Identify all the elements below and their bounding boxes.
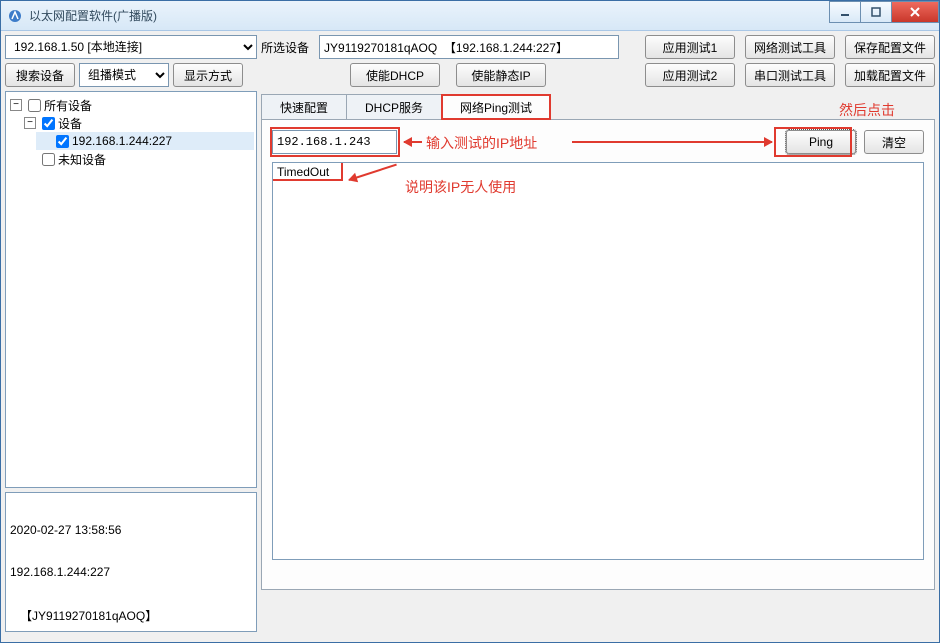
enable-dhcp-button[interactable]: 使能DHCP <box>350 63 440 87</box>
tree-checkbox[interactable] <box>56 135 69 148</box>
mode-select[interactable]: 组播模式 <box>79 63 169 87</box>
log-panel[interactable]: 2020-02-27 13:58:56 192.168.1.244:227 【J… <box>5 492 257 632</box>
save-config-button[interactable]: 保存配置文件 <box>845 35 935 59</box>
collapse-icon[interactable]: − <box>24 117 36 129</box>
selected-device-row: 所选设备 应用测试1 网络测试工具 保存配置文件 <box>261 35 935 59</box>
ping-output[interactable]: TimedOut 说明该IP无人使用 <box>272 162 924 560</box>
window-title: 以太网配置软件(广播版) <box>29 7 939 24</box>
tree-label: 192.168.1.244:227 <box>72 134 172 148</box>
minimize-button[interactable] <box>829 1 861 23</box>
statusbar <box>1 636 939 642</box>
display-mode-button[interactable]: 显示方式 <box>173 63 243 87</box>
log-line: 【JY9119270181qAOQ】 <box>10 607 252 624</box>
tab-dhcp-service[interactable]: DHCP服务 <box>346 94 442 120</box>
serial-tool-button[interactable]: 串口测试工具 <box>745 63 835 87</box>
ping-button[interactable]: Ping <box>786 130 856 154</box>
tab-ping-test[interactable]: 网络Ping测试 <box>441 94 551 120</box>
tab-page-ping: Ping 清空 输入测试的IP地址 TimedOut <box>261 120 935 590</box>
close-button[interactable] <box>891 1 939 23</box>
tabstrip: 快速配置 DHCP服务 网络Ping测试 <box>261 94 935 120</box>
app-test1-button[interactable]: 应用测试1 <box>645 35 735 59</box>
interface-select[interactable]: 192.168.1.50 [本地连接] <box>5 35 257 59</box>
tree-checkbox[interactable] <box>28 99 41 112</box>
annotation-arrow <box>349 164 397 181</box>
tree-unknown-group[interactable]: 未知设备 <box>22 150 254 168</box>
tree-label: 未知设备 <box>58 151 106 168</box>
log-line: 2020-02-27 13:58:56 <box>10 523 252 537</box>
titlebar: 以太网配置软件(广播版) <box>1 1 939 31</box>
annotation-arrow <box>404 141 422 143</box>
load-config-button[interactable]: 加载配置文件 <box>845 63 935 87</box>
tree-all-devices[interactable]: − 所有设备 <box>8 96 254 114</box>
tab-quick-config[interactable]: 快速配置 <box>261 94 347 120</box>
tree-device-item[interactable]: 192.168.1.244:227 <box>36 132 254 150</box>
enable-static-ip-button[interactable]: 使能静态IP <box>456 63 546 87</box>
collapse-icon[interactable]: − <box>10 99 22 111</box>
app-window: 以太网配置软件(广播版) 192.168.1.50 [本地连接] 搜索设备 <box>0 0 940 643</box>
annotation-nobody: 说明该IP无人使用 <box>405 177 516 197</box>
net-tool-button[interactable]: 网络测试工具 <box>745 35 835 59</box>
tree-label: 设备 <box>58 115 82 132</box>
selected-device-label: 所选设备 <box>261 39 309 56</box>
maximize-button[interactable] <box>860 1 892 23</box>
selected-device-field[interactable] <box>319 35 619 59</box>
ping-ip-input[interactable] <box>272 130 397 154</box>
search-devices-button[interactable]: 搜索设备 <box>5 63 75 87</box>
app-icon <box>7 8 23 24</box>
tree-checkbox[interactable] <box>42 117 55 130</box>
left-pane: 192.168.1.50 [本地连接] 搜索设备 组播模式 显示方式 − 所有设… <box>5 35 257 632</box>
annotation-arrow <box>572 141 772 143</box>
device-tree[interactable]: − 所有设备 − 设备 192.168.1.244:227 <box>5 91 257 488</box>
action-row-2: 使能DHCP 使能静态IP 应用测试2 串口测试工具 加载配置文件 <box>261 63 935 87</box>
tree-checkbox[interactable] <box>42 153 55 166</box>
right-pane: 所选设备 应用测试1 网络测试工具 保存配置文件 使能DHCP 使能静态IP 应… <box>261 35 935 632</box>
app-test2-button[interactable]: 应用测试2 <box>645 63 735 87</box>
clear-button[interactable]: 清空 <box>864 130 924 154</box>
annotation-enter-ip: 输入测试的IP地址 <box>426 133 537 153</box>
tree-label: 所有设备 <box>44 97 92 114</box>
tree-devices-group[interactable]: − 设备 <box>22 114 254 132</box>
log-line: 192.168.1.244:227 <box>10 565 252 579</box>
ping-result-line: TimedOut <box>277 165 329 179</box>
